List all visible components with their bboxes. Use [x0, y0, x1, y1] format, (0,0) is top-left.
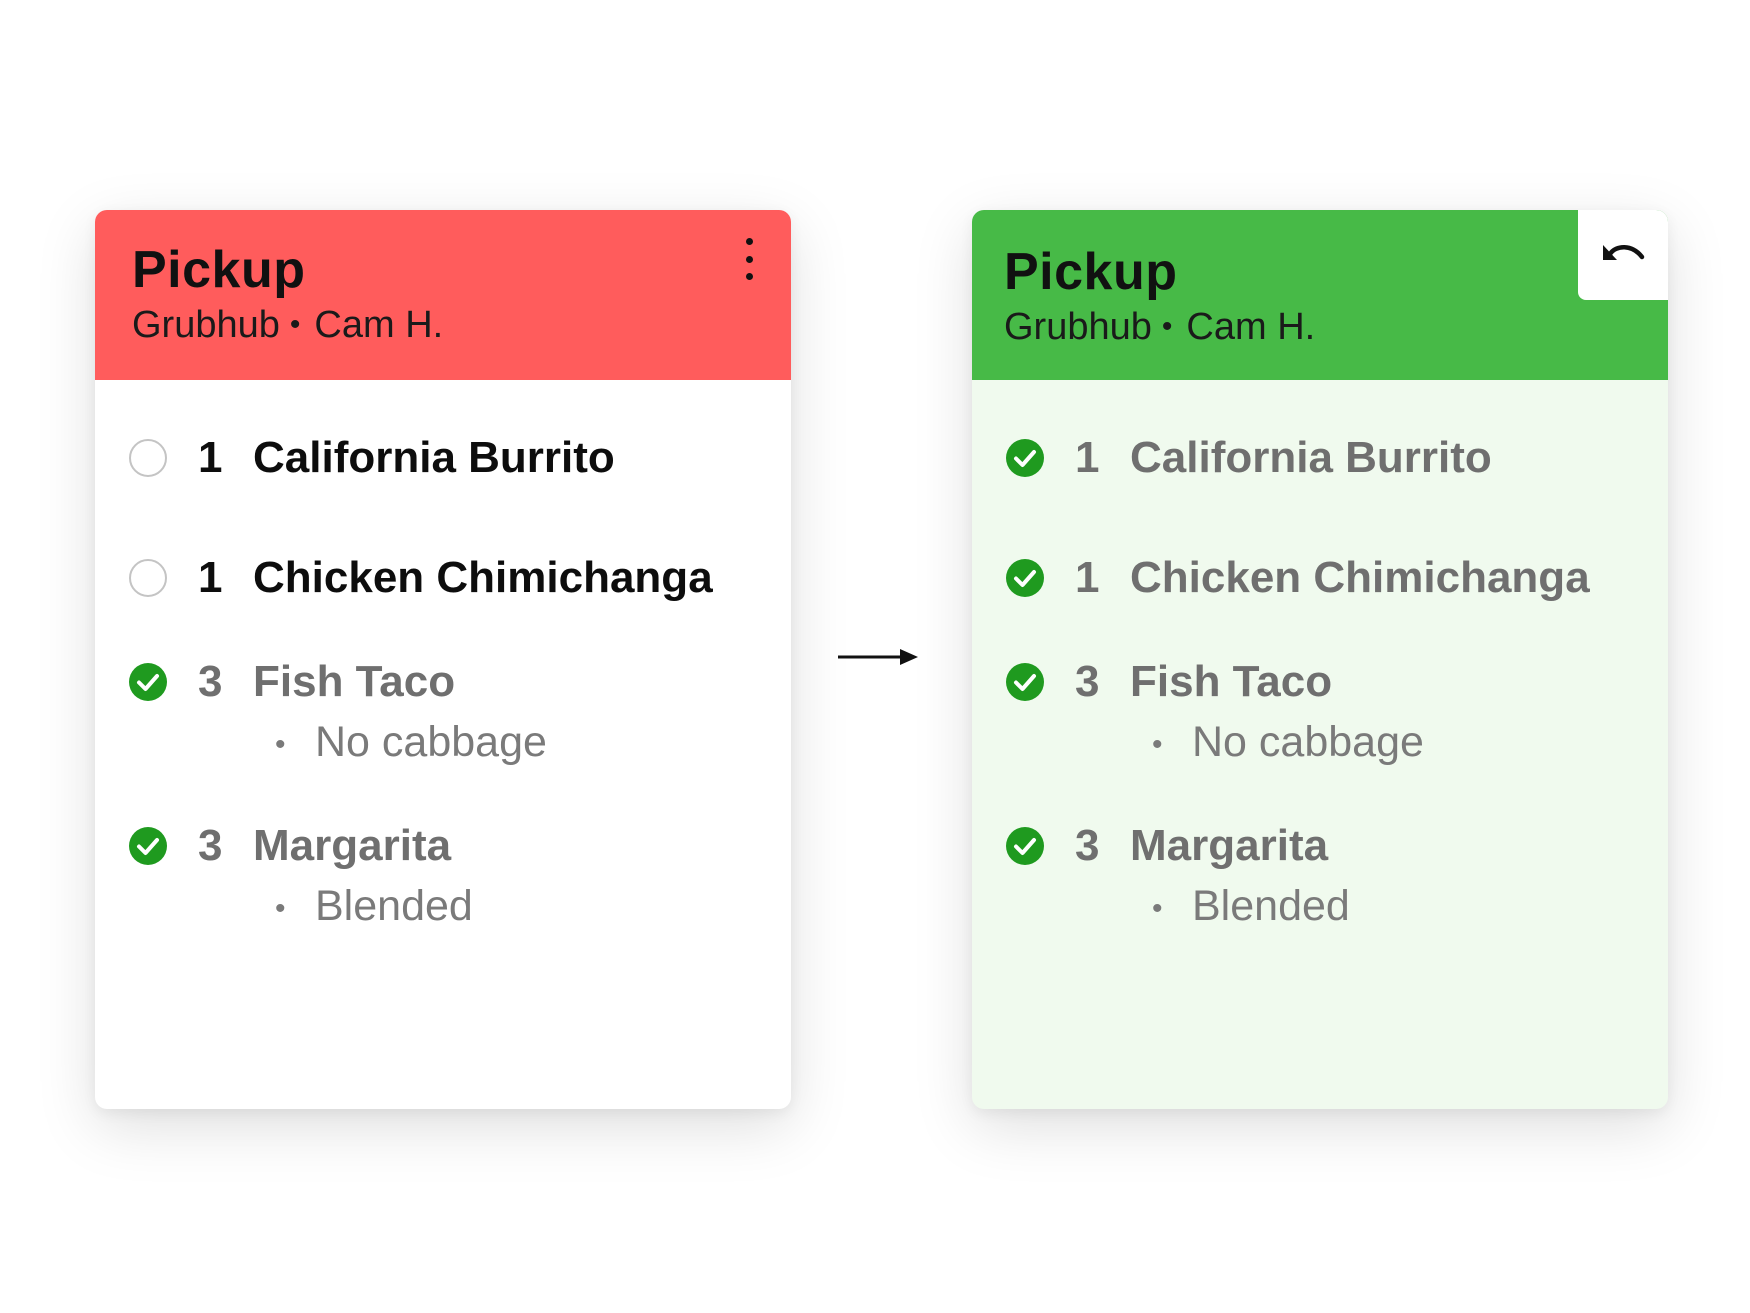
- item-quantity: 1: [198, 433, 223, 482]
- order-source: Grubhub: [1004, 306, 1152, 348]
- item-modifier: • Blended: [1152, 882, 1350, 930]
- order-item[interactable]: 3 Margarita • Blended: [972, 818, 1668, 930]
- order-item[interactable]: 3 Fish Taco • No cabbage: [95, 654, 791, 766]
- order-card-pending[interactable]: Pickup Grubhub • Cam H. 1 California Bur…: [95, 210, 791, 1109]
- item-quantity: 3: [198, 657, 223, 706]
- check-circle-icon[interactable]: [1005, 662, 1045, 702]
- order-item[interactable]: 1 Chicken Chimichanga: [972, 550, 1668, 610]
- unchecked-circle-icon[interactable]: [128, 558, 168, 598]
- order-source: Grubhub: [132, 304, 280, 346]
- customer-name: Cam H.: [314, 304, 444, 346]
- order-type-title: Pickup: [132, 241, 306, 299]
- order-item[interactable]: 1 Chicken Chimichanga: [95, 550, 791, 610]
- check-circle-icon[interactable]: [1005, 558, 1045, 598]
- order-item[interactable]: 1 California Burrito: [95, 430, 791, 490]
- item-quantity: 3: [1075, 821, 1100, 870]
- check-circle-icon[interactable]: [128, 826, 168, 866]
- item-name: Margarita: [253, 821, 452, 870]
- item-quantity: 3: [198, 821, 223, 870]
- unchecked-circle-icon[interactable]: [128, 438, 168, 478]
- check-circle-icon[interactable]: [128, 662, 168, 702]
- undo-icon: [1603, 245, 1645, 260]
- order-item[interactable]: 3 Fish Taco • No cabbage: [972, 654, 1668, 766]
- item-quantity: 1: [1075, 553, 1100, 602]
- item-quantity: 1: [1075, 433, 1100, 482]
- more-vertical-icon[interactable]: [737, 234, 761, 284]
- item-name: Chicken Chimichanga: [1130, 553, 1590, 602]
- order-card-header: Pickup Grubhub • Cam H.: [972, 210, 1668, 380]
- item-name: Margarita: [1130, 821, 1329, 870]
- order-meta: Grubhub • Cam H.: [132, 306, 791, 344]
- meta-separator: •: [1161, 310, 1173, 343]
- order-type-title: Pickup: [1004, 243, 1178, 301]
- order-item[interactable]: 1 California Burrito: [972, 430, 1668, 490]
- item-name: Fish Taco: [253, 657, 456, 706]
- order-meta: Grubhub • Cam H.: [1004, 308, 1668, 346]
- item-name: California Burrito: [253, 433, 615, 482]
- check-circle-icon[interactable]: [1005, 438, 1045, 478]
- order-card-header: Pickup Grubhub • Cam H.: [95, 210, 791, 380]
- order-item[interactable]: 3 Margarita • Blended: [95, 818, 791, 930]
- arrow-right-icon: [838, 649, 918, 665]
- item-modifier: • No cabbage: [275, 718, 547, 766]
- customer-name: Cam H.: [1186, 306, 1316, 348]
- item-modifier: • Blended: [275, 882, 473, 930]
- item-quantity: 1: [198, 553, 223, 602]
- item-name: Chicken Chimichanga: [253, 553, 713, 602]
- meta-separator: •: [289, 308, 301, 341]
- order-state-comparison: Pickup Grubhub • Cam H. 1 California Bur…: [0, 0, 1750, 1313]
- undo-button[interactable]: [1578, 210, 1668, 300]
- item-modifier: • No cabbage: [1152, 718, 1424, 766]
- order-card-complete[interactable]: Pickup Grubhub • Cam H. 1 California Bur…: [972, 210, 1668, 1109]
- check-circle-icon[interactable]: [1005, 826, 1045, 866]
- item-quantity: 3: [1075, 657, 1100, 706]
- item-name: California Burrito: [1130, 433, 1492, 482]
- item-name: Fish Taco: [1130, 657, 1333, 706]
